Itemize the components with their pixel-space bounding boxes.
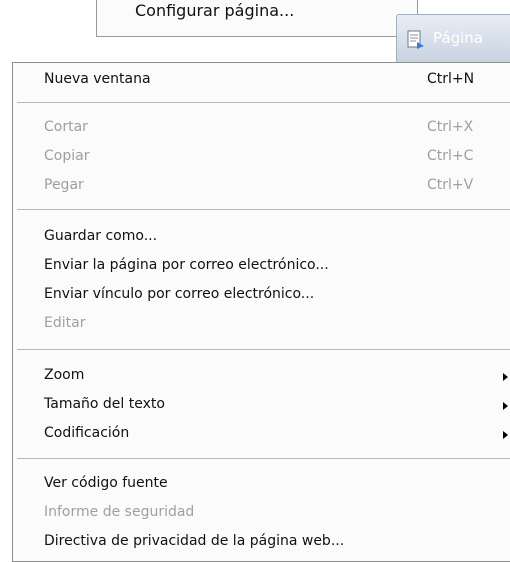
menu-separator (17, 102, 510, 103)
menu-item-label: Zoom (44, 367, 85, 383)
menu-item-shortcut: Ctrl+X (427, 119, 474, 135)
submenu-arrow-icon (503, 402, 508, 410)
menu-item-guardar-como[interactable]: Guardar como... (13, 224, 510, 253)
menu-item-shortcut: Ctrl+C (427, 148, 474, 164)
menu-item-informe-seguridad: Informe de seguridad (13, 500, 510, 529)
menu-separator (17, 458, 510, 459)
menu-item-pegar: Pegar Ctrl+V (13, 173, 510, 202)
menu-item-enviar-vinculo-correo[interactable]: Enviar vínculo por correo electrónico... (13, 282, 510, 311)
page-context-menu: Nueva ventana Ctrl+N Cortar Ctrl+X Copia… (12, 62, 510, 562)
menu-item-enviar-pagina-correo[interactable]: Enviar la página por correo electrónico.… (13, 253, 510, 282)
menu-item-label: Nueva ventana (44, 71, 151, 87)
menu-item-codificacion[interactable]: Codificación (13, 421, 510, 450)
menu-item-label: Directiva de privacidad de la página web… (44, 533, 345, 549)
menu-item-label: Tamaño del texto (44, 396, 165, 412)
previous-menu: Configurar página... (96, 0, 418, 37)
page-menu-button-label: Página (433, 29, 483, 47)
menu-item-label: Pegar (44, 177, 84, 193)
menu-item-label: Copiar (44, 148, 90, 164)
menu-item-label: Ver código fuente (44, 475, 168, 491)
submenu-arrow-icon (503, 431, 508, 439)
menu-item-label: Enviar la página por correo electrónico.… (44, 257, 329, 273)
menu-item-editar: Editar (13, 311, 510, 340)
menu-item-label: Editar (44, 315, 86, 331)
menu-item-cortar: Cortar Ctrl+X (13, 115, 510, 144)
menu-item-label: Cortar (44, 119, 88, 135)
menu-separator (17, 349, 510, 350)
submenu-arrow-icon (503, 373, 508, 381)
menu-separator (17, 209, 510, 210)
menu-item-nueva-ventana[interactable]: Nueva ventana Ctrl+N (13, 67, 510, 96)
menu-item-copiar: Copiar Ctrl+C (13, 144, 510, 173)
page-menu-button[interactable]: Página (396, 14, 510, 64)
menu-item-shortcut: Ctrl+N (427, 71, 475, 87)
menu-item-label: Guardar como... (44, 228, 158, 244)
menu-item-configurar-pagina[interactable]: Configurar página... (135, 1, 294, 20)
page-icon (407, 30, 425, 50)
menu-item-shortcut: Ctrl+V (427, 177, 474, 193)
menu-item-label: Enviar vínculo por correo electrónico... (44, 286, 315, 302)
menu-item-label: Informe de seguridad (44, 504, 195, 520)
menu-item-tamano-texto[interactable]: Tamaño del texto (13, 392, 510, 421)
menu-item-zoom[interactable]: Zoom (13, 363, 510, 392)
menu-item-ver-codigo-fuente[interactable]: Ver código fuente (13, 471, 510, 500)
menu-item-label: Codificación (44, 425, 130, 441)
